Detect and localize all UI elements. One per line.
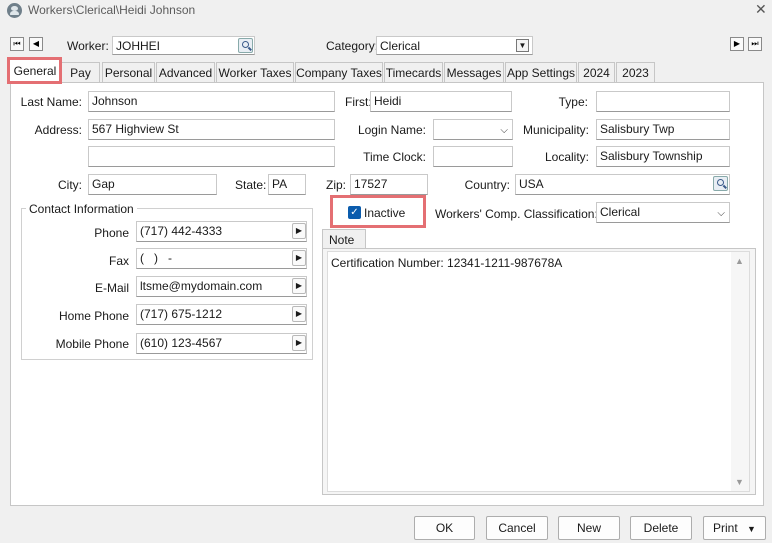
state-input[interactable]: PA bbox=[268, 174, 306, 195]
country-label: Country: bbox=[464, 178, 510, 192]
contact-group-label: Contact Information bbox=[26, 202, 137, 216]
chevron-down-icon: ⌵ bbox=[500, 125, 508, 136]
tab-advanced[interactable]: Advanced bbox=[156, 62, 215, 82]
worker-input[interactable]: JOHHEI bbox=[112, 36, 255, 55]
worker-icon bbox=[7, 3, 22, 18]
tab-2023[interactable]: 2023 bbox=[616, 62, 655, 82]
last-record-button[interactable]: ⏭ bbox=[748, 37, 762, 51]
tab-company-taxes[interactable]: Company Taxes bbox=[295, 62, 383, 82]
mobile-phone-label: Mobile Phone bbox=[55, 337, 129, 351]
wc-classification-value: Clerical bbox=[600, 205, 641, 219]
chevron-down-icon: ▼ bbox=[747, 524, 756, 534]
first-record-button[interactable]: ⏮ bbox=[10, 37, 24, 51]
tab-personal[interactable]: Personal bbox=[102, 62, 155, 82]
home-phone-input[interactable]: (717) 675-1212 bbox=[136, 304, 307, 325]
municipality-label: Municipality: bbox=[522, 123, 589, 137]
fax-expand-button[interactable]: ▶ bbox=[292, 250, 306, 266]
time-clock-input[interactable] bbox=[433, 146, 513, 167]
cancel-button[interactable]: Cancel bbox=[486, 516, 548, 540]
tab-general[interactable]: General bbox=[9, 59, 61, 83]
worker-label: Worker: bbox=[67, 39, 109, 53]
home-phone-label: Home Phone bbox=[58, 309, 129, 323]
note-text: Certification Number: 12341-1211-987678A bbox=[331, 256, 563, 270]
new-button[interactable]: New bbox=[558, 516, 620, 540]
wc-classification-select[interactable]: Clerical ⌵ bbox=[596, 202, 730, 223]
home-phone-expand-button[interactable]: ▶ bbox=[292, 306, 306, 322]
search-icon[interactable] bbox=[713, 176, 728, 191]
tab-timecards[interactable]: Timecards bbox=[384, 62, 443, 82]
scroll-down-icon[interactable]: ▼ bbox=[735, 477, 744, 487]
first-name-input[interactable]: Heidi bbox=[370, 91, 512, 112]
zip-input[interactable]: 17527 bbox=[350, 174, 428, 195]
phone-label: Phone bbox=[94, 226, 129, 240]
city-label: City: bbox=[58, 178, 82, 192]
phone-input[interactable]: (717) 442-4333 bbox=[136, 221, 307, 242]
title-bar: Workers\Clerical\Heidi Johnson ✕ bbox=[0, 0, 772, 22]
last-name-input[interactable]: Johnson bbox=[88, 91, 335, 112]
mobile-phone-expand-button[interactable]: ▶ bbox=[292, 335, 306, 351]
mobile-phone-input[interactable]: (610) 123-4567 bbox=[136, 333, 307, 354]
address-label: Address: bbox=[34, 123, 82, 137]
address-line1-input[interactable]: 567 Highview St bbox=[88, 119, 335, 140]
window-title: Workers\Clerical\Heidi Johnson bbox=[28, 3, 196, 17]
tab-app-settings[interactable]: App Settings bbox=[505, 62, 577, 82]
login-name-label: Login Name: bbox=[357, 123, 426, 137]
note-tab-label: Note bbox=[329, 233, 355, 247]
tab-2024[interactable]: 2024 bbox=[578, 62, 615, 82]
login-name-select[interactable]: ⌵ bbox=[433, 119, 513, 140]
category-value: Clerical bbox=[380, 39, 421, 53]
zip-label: Zip: bbox=[326, 178, 347, 192]
note-textarea[interactable]: Certification Number: 12341-1211-987678A bbox=[327, 251, 750, 492]
prev-record-button[interactable]: ◀ bbox=[29, 37, 43, 51]
email-expand-button[interactable]: ▶ bbox=[292, 278, 306, 294]
category-select[interactable]: Clerical ▼ bbox=[376, 36, 533, 55]
locality-label: Locality: bbox=[544, 150, 589, 164]
state-label: State: bbox=[235, 178, 267, 192]
inactive-label[interactable]: Inactive bbox=[364, 206, 405, 220]
wc-classification-label: Workers' Comp. Classification: bbox=[435, 207, 598, 221]
print-button[interactable]: Print ▼ bbox=[703, 516, 766, 540]
tab-pay[interactable]: Pay bbox=[61, 62, 100, 82]
fax-input[interactable]: ( ) - bbox=[136, 248, 307, 269]
time-clock-label: Time Clock: bbox=[363, 150, 426, 164]
category-label: Category: bbox=[326, 39, 379, 53]
print-label: Print bbox=[713, 521, 738, 535]
first-name-label: First: bbox=[345, 95, 372, 109]
scroll-up-icon[interactable]: ▲ bbox=[735, 256, 744, 266]
country-input[interactable]: USA bbox=[515, 174, 730, 195]
tab-worker-taxes[interactable]: Worker Taxes bbox=[216, 62, 294, 82]
phone-expand-button[interactable]: ▶ bbox=[292, 223, 306, 239]
tab-messages[interactable]: Messages bbox=[444, 62, 504, 82]
inactive-checkbox[interactable]: ✓ bbox=[348, 206, 361, 219]
search-icon[interactable] bbox=[238, 38, 253, 53]
chevron-down-icon: ▼ bbox=[516, 39, 529, 52]
locality-input[interactable]: Salisbury Township bbox=[596, 146, 730, 167]
email-label: E-Mail bbox=[94, 281, 129, 295]
close-icon[interactable]: ✕ bbox=[755, 1, 767, 18]
note-scrollbar[interactable]: ▲ ▼ bbox=[731, 252, 749, 491]
type-input[interactable] bbox=[596, 91, 730, 112]
last-name-label: Last Name: bbox=[20, 95, 82, 109]
type-label: Type: bbox=[558, 95, 588, 109]
email-input[interactable]: ltsme@mydomain.com bbox=[136, 276, 307, 297]
chevron-down-icon: ⌵ bbox=[717, 208, 725, 219]
note-tab[interactable]: Note bbox=[322, 229, 366, 249]
address-line2-input[interactable] bbox=[88, 146, 335, 167]
municipality-input[interactable]: Salisbury Twp bbox=[596, 119, 730, 140]
city-input[interactable]: Gap bbox=[88, 174, 217, 195]
next-record-button[interactable]: ▶ bbox=[730, 37, 744, 51]
delete-button[interactable]: Delete bbox=[630, 516, 692, 540]
ok-button[interactable]: OK bbox=[414, 516, 475, 540]
fax-label: Fax bbox=[108, 254, 129, 268]
